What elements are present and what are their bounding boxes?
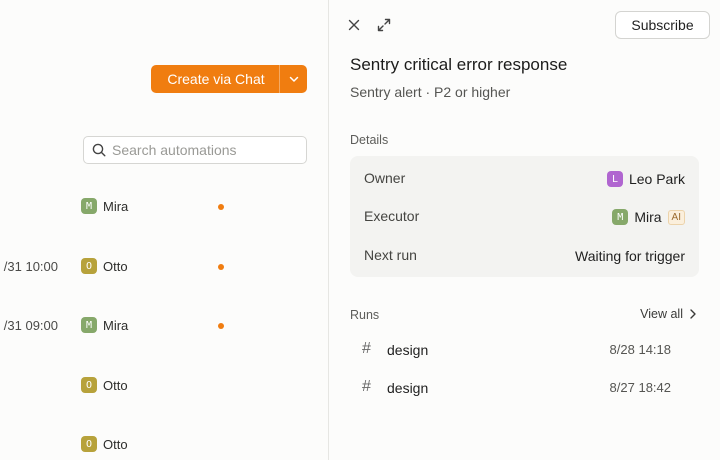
executor-row: Executor M Mira AI: [350, 206, 699, 228]
row-user: M Mira: [81, 317, 128, 333]
executor-value[interactable]: M Mira AI: [612, 206, 685, 228]
run-date: 8/27 18:42: [609, 380, 671, 395]
expand-button[interactable]: [375, 16, 393, 34]
row-user: O Otto: [81, 436, 128, 452]
avatar: M: [81, 317, 97, 333]
avatar: M: [612, 209, 629, 225]
list-item[interactable]: /31 09:00 M Mira: [0, 316, 329, 336]
run-channel: design: [387, 380, 429, 396]
next-run-label: Next run: [364, 247, 417, 263]
list-item[interactable]: O Otto: [0, 376, 329, 396]
row-user: M Mira: [81, 198, 128, 214]
search-icon: [92, 143, 106, 157]
executor-name: Mira: [634, 209, 662, 225]
executor-label: Executor: [364, 208, 420, 224]
user-name: Otto: [103, 377, 128, 393]
avatar: M: [81, 198, 97, 214]
close-icon: [348, 19, 360, 31]
run-channel: design: [387, 342, 429, 358]
status-dot: [218, 323, 224, 329]
row-time: /31 10:00: [3, 259, 58, 274]
automation-detail-panel: Subscribe Sentry critical error response…: [329, 0, 720, 460]
list-item[interactable]: O Otto: [0, 435, 329, 455]
create-via-chat-button[interactable]: Create via Chat: [151, 65, 307, 93]
hash-icon: #: [362, 378, 371, 395]
details-card: Owner L Leo Park Executor M Mira AI Next…: [350, 156, 699, 277]
close-button[interactable]: [345, 16, 363, 34]
search-automations[interactable]: [83, 136, 307, 164]
owner-label: Owner: [364, 170, 406, 186]
owner-name: Leo Park: [628, 171, 685, 187]
user-name: Otto: [103, 436, 128, 452]
row-time: /31 09:00: [3, 318, 58, 333]
user-name: Mira: [103, 198, 129, 214]
avatar: O: [81, 258, 97, 274]
page-title: Sentry critical error response: [350, 55, 568, 74]
view-all-link[interactable]: View all: [640, 307, 697, 321]
next-run-row: Next run Waiting for trigger: [350, 245, 699, 267]
avatar: O: [81, 436, 97, 452]
page-subtitle: Sentry alert · P2 or higher: [350, 84, 511, 100]
status-dot: [218, 204, 224, 210]
next-run-value: Waiting for trigger: [575, 248, 685, 264]
subscribe-button[interactable]: Subscribe: [615, 11, 710, 39]
user-name: Mira: [103, 317, 129, 333]
create-options-dropdown[interactable]: [280, 73, 307, 85]
list-item[interactable]: M Mira: [0, 197, 329, 217]
run-date: 8/28 14:18: [609, 342, 671, 357]
search-input[interactable]: [112, 142, 292, 158]
chevron-right-icon: [690, 309, 696, 319]
row-user: O Otto: [81, 377, 128, 393]
details-heading: Details: [350, 133, 389, 147]
row-user: O Otto: [81, 258, 128, 274]
hash-icon: #: [362, 340, 371, 357]
list-item[interactable]: /31 10:00 O Otto: [0, 257, 329, 277]
chevron-down-icon: [289, 76, 298, 82]
ai-badge: AI: [667, 209, 685, 225]
owner-value[interactable]: L Leo Park: [606, 168, 685, 190]
user-name: Otto: [103, 258, 128, 274]
automations-list-pane: Create via Chat M Mira /31 10:00 O Otto …: [0, 0, 329, 460]
expand-icon: [377, 18, 391, 32]
status-dot: [218, 264, 224, 270]
owner-row: Owner L Leo Park: [350, 168, 699, 190]
create-via-chat-label[interactable]: Create via Chat: [151, 71, 279, 87]
avatar: L: [606, 171, 623, 187]
avatar: O: [81, 377, 97, 393]
view-all-label[interactable]: View all: [640, 307, 683, 321]
run-item[interactable]: # design 8/27 18:42: [350, 377, 699, 401]
runs-heading: Runs: [350, 308, 380, 322]
run-item[interactable]: # design 8/28 14:18: [350, 339, 699, 363]
